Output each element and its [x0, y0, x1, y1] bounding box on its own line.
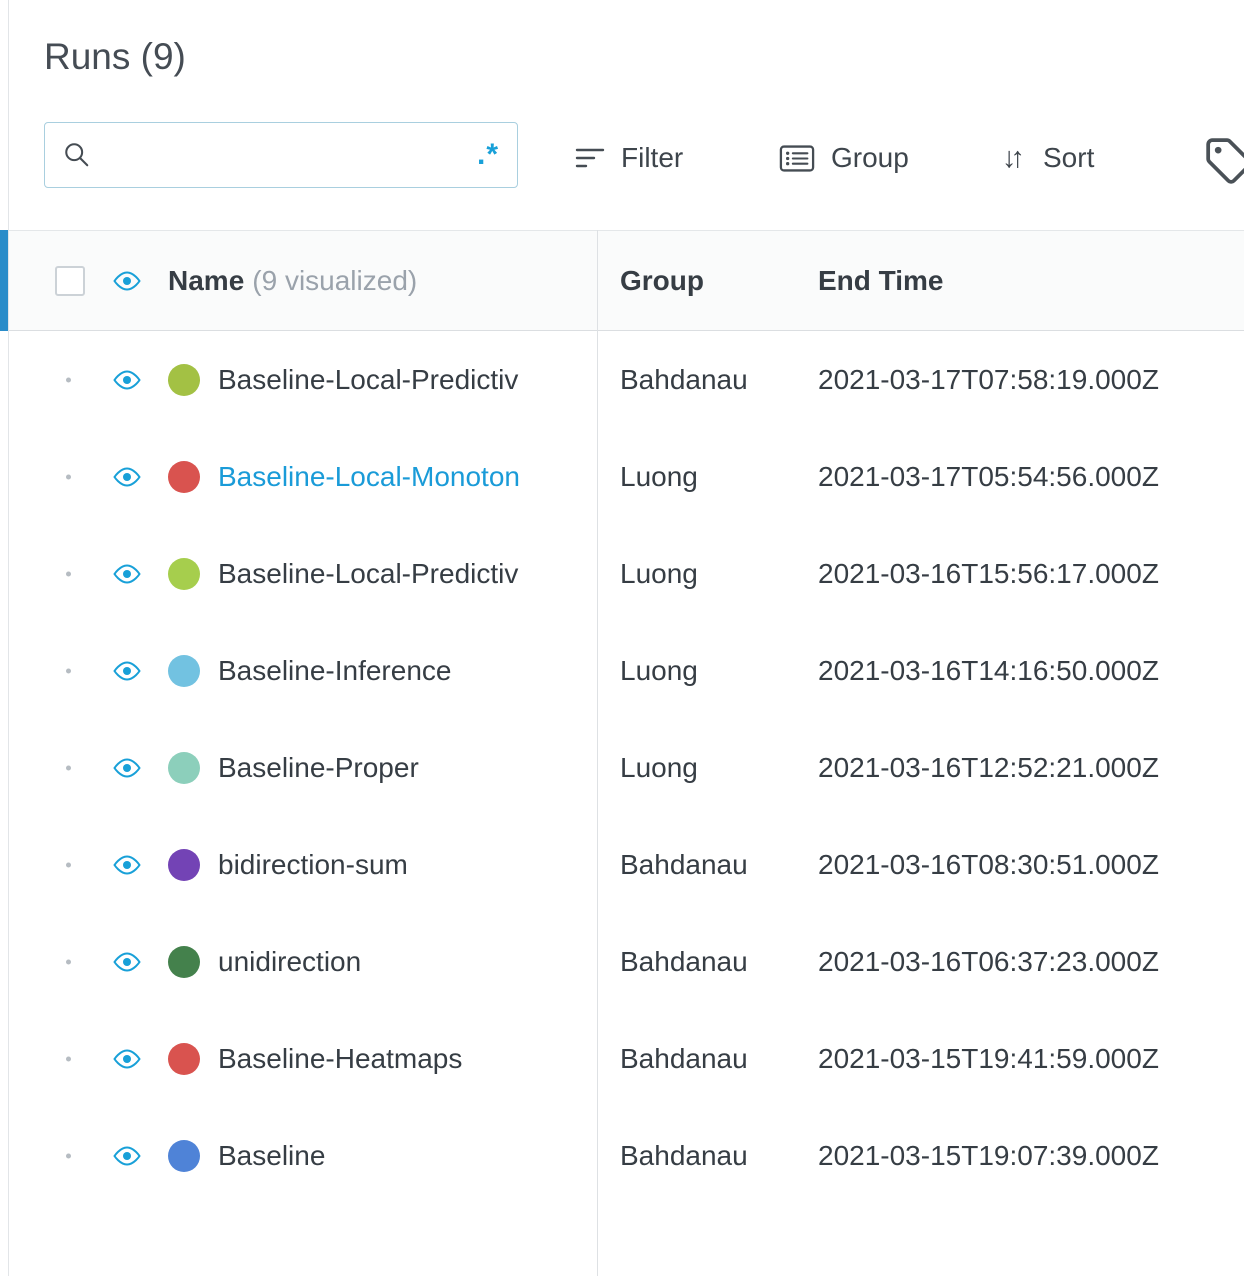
run-group: Luong	[620, 557, 698, 589]
filter-icon	[575, 146, 605, 170]
run-name[interactable]: Baseline-Proper	[218, 752, 597, 784]
run-group: Bahdanau	[620, 363, 748, 395]
run-row[interactable]: Baseline-Local-Predictiv Bahdanau 2021-0…	[9, 331, 1244, 428]
filter-button[interactable]: Filter	[575, 130, 683, 186]
drag-handle-dot[interactable]	[66, 765, 71, 770]
run-name[interactable]: unidirection	[218, 946, 597, 978]
sort-button[interactable]: ↓↑ Sort	[1002, 130, 1094, 186]
run-end-time: 2021-03-17T05:54:56.000Z	[818, 460, 1159, 492]
run-group: Bahdanau	[620, 1139, 748, 1171]
visibility-toggle-icon[interactable]	[112, 369, 142, 390]
run-end-time: 2021-03-16T08:30:51.000Z	[818, 848, 1159, 880]
run-name[interactable]: Baseline-Local-Predictiv	[218, 364, 597, 396]
runs-table-header: Name (9 visualized) Group End Time	[9, 230, 1244, 331]
run-row[interactable]: Baseline-Local-Predictiv Luong 2021-03-1…	[9, 525, 1244, 622]
runs-table-body: Baseline-Local-Predictiv Bahdanau 2021-0…	[9, 331, 1244, 1204]
group-icon	[779, 144, 815, 172]
header-accent-bar	[0, 230, 8, 331]
sort-icon: ↓↑	[1002, 141, 1025, 174]
visibility-toggle-icon[interactable]	[112, 1145, 142, 1166]
column-header-name[interactable]: Name (9 visualized)	[168, 265, 417, 297]
group-label: Group	[831, 142, 909, 173]
run-group: Luong	[620, 460, 698, 492]
run-group: Luong	[620, 751, 698, 783]
run-row[interactable]: Baseline-Proper Luong 2021-03-16T12:52:2…	[9, 719, 1244, 816]
drag-handle-dot[interactable]	[66, 474, 71, 479]
run-row[interactable]: Baseline-Inference Luong 2021-03-16T14:1…	[9, 622, 1244, 719]
run-row[interactable]: Baseline-Heatmaps Bahdanau 2021-03-15T19…	[9, 1010, 1244, 1107]
run-name[interactable]: Baseline-Local-Predictiv	[218, 558, 597, 590]
run-end-time: 2021-03-16T14:16:50.000Z	[818, 654, 1159, 686]
drag-handle-dot[interactable]	[66, 959, 71, 964]
run-color-dot	[168, 1042, 200, 1075]
run-color-dot	[168, 557, 200, 590]
column-header-name-label: Name	[168, 264, 245, 296]
visibility-toggle-icon[interactable]	[112, 854, 142, 875]
drag-handle-dot[interactable]	[66, 1153, 71, 1158]
visibility-toggle-icon[interactable]	[112, 563, 142, 584]
select-all-checkbox[interactable]	[55, 265, 85, 296]
drag-handle-dot[interactable]	[66, 1056, 71, 1061]
run-name[interactable]: Baseline-Inference	[218, 655, 597, 687]
visibility-toggle-icon[interactable]	[112, 466, 142, 487]
run-color-dot	[168, 848, 200, 881]
run-color-dot	[168, 654, 200, 687]
run-color-dot	[168, 945, 200, 978]
run-group: Bahdanau	[620, 848, 748, 880]
run-name[interactable]: Baseline-Local-Monoton	[218, 461, 597, 493]
run-row[interactable]: Baseline-Local-Monoton Luong 2021-03-17T…	[9, 428, 1244, 525]
search-input[interactable]	[105, 138, 477, 172]
run-row[interactable]: bidirection-sum Bahdanau 2021-03-16T08:3…	[9, 816, 1244, 913]
drag-handle-dot[interactable]	[66, 668, 71, 673]
run-end-time: 2021-03-16T12:52:21.000Z	[818, 751, 1159, 783]
drag-handle-dot[interactable]	[66, 862, 71, 867]
run-row[interactable]: Baseline Bahdanau 2021-03-15T19:07:39.00…	[9, 1107, 1244, 1204]
tag-icon[interactable]	[1204, 136, 1244, 184]
run-name[interactable]: Baseline-Heatmaps	[218, 1043, 597, 1075]
run-end-time: 2021-03-16T06:37:23.000Z	[818, 945, 1159, 977]
visibility-toggle-icon[interactable]	[112, 1048, 142, 1069]
visualized-count: (9 visualized)	[252, 264, 418, 296]
runs-panel: Runs (9) .* Filter Group ↓↑ Sort Name (9…	[0, 0, 1244, 1276]
drag-handle-dot[interactable]	[66, 377, 71, 382]
run-row[interactable]: unidirection Bahdanau 2021-03-16T06:37:2…	[9, 913, 1244, 1010]
drag-handle-dot[interactable]	[66, 571, 71, 576]
visibility-toggle-icon[interactable]	[112, 757, 142, 778]
run-end-time: 2021-03-16T15:56:17.000Z	[818, 557, 1159, 589]
visibility-toggle-icon[interactable]	[112, 660, 142, 681]
run-group: Bahdanau	[620, 945, 748, 977]
column-header-group[interactable]: Group	[620, 265, 704, 297]
run-end-time: 2021-03-17T07:58:19.000Z	[818, 363, 1159, 395]
search-icon	[63, 141, 91, 169]
run-color-dot	[168, 751, 200, 784]
visibility-toggle-icon[interactable]	[112, 951, 142, 972]
sort-label: Sort	[1043, 142, 1095, 173]
run-end-time: 2021-03-15T19:41:59.000Z	[818, 1042, 1159, 1074]
group-button[interactable]: Group	[779, 130, 909, 186]
page-title: Runs (9)	[44, 36, 186, 77]
run-end-time: 2021-03-15T19:07:39.000Z	[818, 1139, 1159, 1171]
search-box[interactable]: .*	[44, 122, 518, 188]
column-header-end-time[interactable]: End Time	[818, 265, 944, 297]
run-color-dot	[168, 1139, 200, 1172]
run-color-dot	[168, 363, 200, 396]
run-group: Luong	[620, 654, 698, 686]
run-name[interactable]: Baseline	[218, 1140, 597, 1172]
run-color-dot	[168, 460, 200, 493]
run-group: Bahdanau	[620, 1042, 748, 1074]
visibility-all-icon[interactable]	[112, 270, 142, 291]
filter-label: Filter	[621, 142, 684, 173]
run-name[interactable]: bidirection-sum	[218, 849, 597, 881]
regex-toggle-icon[interactable]: .*	[477, 140, 499, 170]
